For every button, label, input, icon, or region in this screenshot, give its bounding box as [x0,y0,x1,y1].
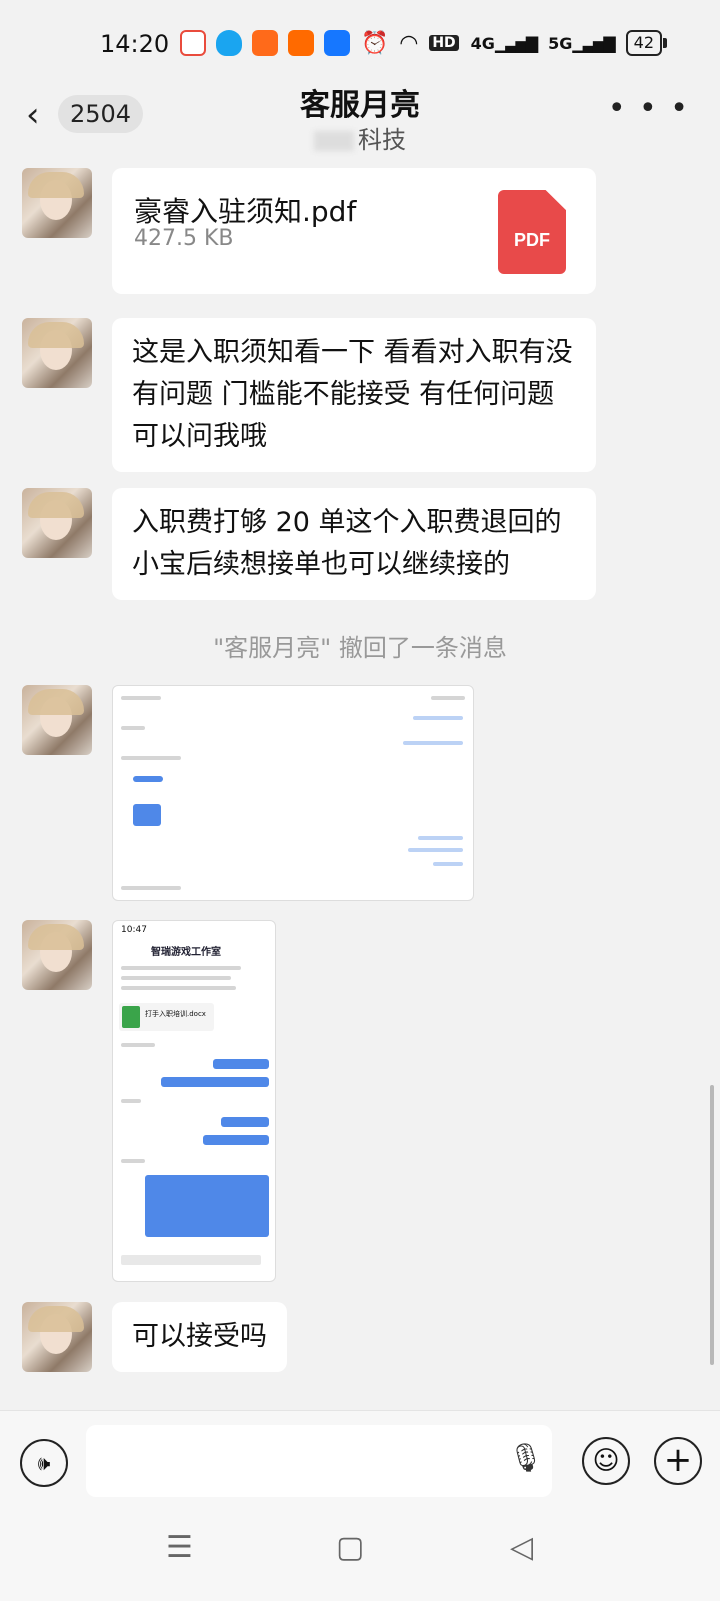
avatar[interactable] [22,488,92,558]
file-name: 豪睿入驻须知.pdf [134,195,357,228]
recall-notice: "客服月亮" 撤回了一条消息 [213,634,507,662]
system-nav-bar: ☰ ▢ ◁ [0,1510,720,1590]
screenshot-doc: 打手入职培训.docx [119,1003,214,1031]
back-icon[interactable]: ◁ [510,1530,533,1565]
emoji-icon[interactable]: ☺ [582,1437,630,1485]
plus-icon[interactable]: + [654,1437,702,1485]
chat-header: ‹ 2504 客服月亮 科技 • • • [0,75,720,155]
blurred-text [314,131,354,151]
hd-icon: HD [429,35,459,51]
text-message[interactable]: 这是入职须知看一下 看看对入职有没有问题 门槛能不能接受 有任何问题可以问我哦 [112,318,596,472]
scrollbar[interactable] [710,1085,714,1365]
more-icon[interactable]: • • • [608,91,690,126]
file-size: 427.5 KB [134,226,234,251]
taobao-icon [252,30,278,56]
avatar[interactable] [22,920,92,990]
screenshot-contact: 智瑞游戏工作室 [151,947,221,958]
4g-signal-icon: 4G▁▃▅▇ [470,33,538,53]
alarm-icon: ⏰ [361,30,389,56]
voice-icon[interactable]: 🕪 [20,1439,68,1487]
home-icon[interactable]: ▢ [336,1530,364,1565]
image-message-screenshot[interactable] [112,685,474,901]
microphone-icon[interactable]: 🎙 [508,1441,544,1474]
message-input[interactable] [86,1425,552,1497]
status-time: 14:20 [100,30,170,58]
image-message-phone-screenshot[interactable]: 10:47 智瑞游戏工作室 打手入职培训.docx [112,920,276,1282]
status-indicators: ⏰ ◠ HD 4G▁▃▅▇ 5G▁▃▅▇ 42 [361,30,668,56]
xiaomi-icon [288,30,314,56]
avatar[interactable] [22,1302,92,1372]
pdf-file-icon: PDF [498,190,566,274]
text-message[interactable]: 可以接受吗 [112,1302,287,1372]
text-message[interactable]: 入职费打够 20 单这个入职费退回的 小宝后续想接单也可以继续接的 [112,488,596,600]
baidu-map-icon [180,30,206,56]
battery-icon: 42 [625,30,668,56]
notification-icons [180,30,376,56]
5g-signal-icon: 5G▁▃▅▇ [548,33,615,53]
menu-icon[interactable]: ☰ [166,1530,193,1565]
screenshot-doc-name: 打手入职培训.docx [145,1010,206,1018]
screenshot-time: 10:47 [121,925,147,935]
alipay-icon [324,30,350,56]
avatar[interactable] [22,685,92,755]
wifi-icon: ◠ [400,30,418,56]
avatar[interactable] [22,168,92,238]
qq-icon [216,30,242,56]
avatar[interactable] [22,318,92,388]
file-message[interactable]: 豪睿入驻须知.pdf 427.5 KB PDF [112,168,596,294]
